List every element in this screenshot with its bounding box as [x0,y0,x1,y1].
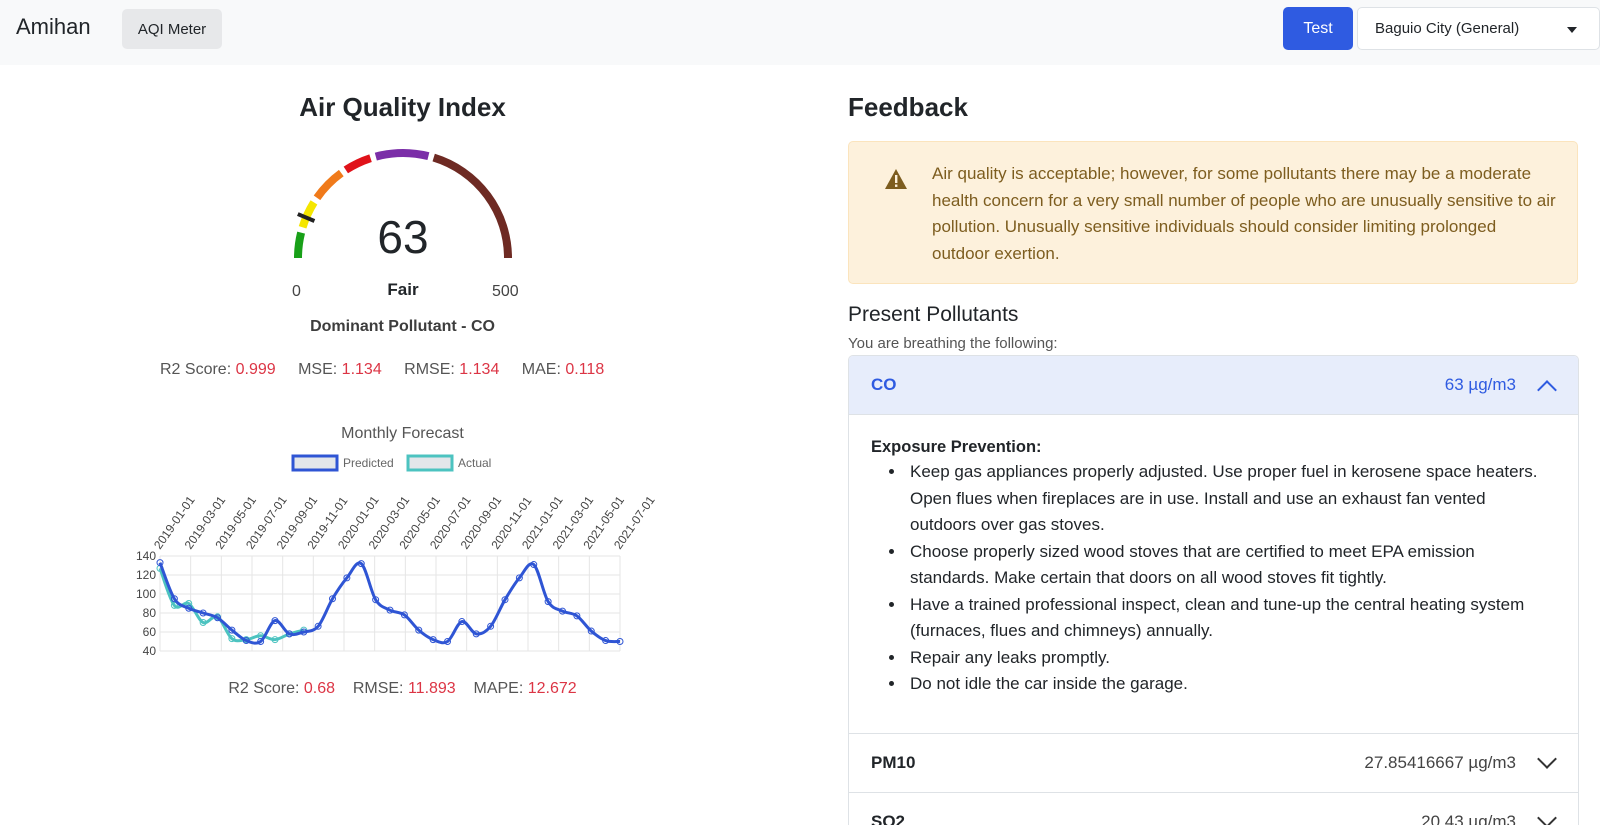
rmse-label: RMSE: [404,361,455,378]
chevron-down-icon [1567,27,1577,33]
gauge-segment [294,231,306,259]
y-tick-label: 140 [136,549,156,563]
pollutant-name: PM10 [871,753,916,772]
r2-value: 0.999 [235,361,276,378]
r2-label: R2 Score: [160,361,232,378]
y-tick-label: 100 [136,587,156,601]
aqi-title: Air Quality Index [299,92,506,122]
legend-swatch [291,454,339,472]
present-pollutants-subtitle: You are breathing the following: [848,335,1058,352]
y-tick-label: 40 [143,644,157,658]
city-select-value: Baguio City (General) [1375,20,1520,37]
aqi-metrics: R2 Score: 0.999 MSE: 1.134 RMSE: 1.134 M… [160,361,645,379]
alert-text: Air quality is acceptable; however, for … [932,164,1556,263]
accordion-header-so2[interactable]: SO2 20.43 µg/m3 [849,792,1578,825]
gauge-max-label: 500 [492,283,519,300]
forecast-mape-label: MAPE: [473,680,524,697]
forecast-r2-value: 0.68 [303,680,336,697]
accordion-header-co[interactable]: CO 63 µg/m3 [849,356,1578,415]
forecast-title: Monthly Forecast [341,425,464,442]
feedback-title: Feedback [848,92,968,122]
legend-label: Predicted [343,456,394,470]
navbar: Amihan AQI Meter Test Baguio City (Gener… [0,0,1600,65]
rmse-value: 1.134 [459,361,500,378]
feedback-alert: Air quality is acceptable; however, for … [848,141,1578,284]
brand-title[interactable]: Amihan [16,14,91,40]
pollutant-value: 27.85416667 µg/m3 [1364,753,1516,772]
mse-label: MSE: [298,361,338,378]
list-item: Repair any leaks promptly. [906,645,1556,672]
mae-value: 0.118 [565,361,605,378]
accordion-body-co: Exposure Prevention: Keep gas appliances… [849,416,1578,732]
gauge-segment [343,154,372,174]
pollutant-value: 63 µg/m3 [1444,375,1516,394]
accordion-header-pm10[interactable]: PM10 27.85416667 µg/m3 [849,733,1578,792]
pollutant-name: SO2 [871,812,906,825]
exposure-title: Exposure Prevention: [871,438,1042,456]
present-pollutants-title: Present Pollutants [848,303,1019,326]
gauge-segment [313,169,344,201]
y-tick-label: 120 [136,568,156,582]
pollutant-value: 20.43 µg/m3 [1421,812,1516,825]
forecast-metrics: R2 Score: 0.68 RMSE: 11.893 MAPE: 12.672 [200,680,605,698]
forecast-rmse-label: RMSE: [352,680,404,697]
mae-label: MAE: [521,361,561,378]
list-item: Choose properly sized wood stoves that a… [906,539,1556,592]
aqi-meter-nav-link[interactable]: AQI Meter [122,9,222,49]
list-item: Do not idle the car inside the garage. [906,671,1556,698]
list-item: Have a trained professional inspect, cle… [906,592,1556,645]
pollutant-name: CO [871,375,897,394]
aqi-category: Fair [387,280,419,299]
list-item: Keep gas appliances properly adjusted. U… [906,459,1556,539]
legend-swatch [406,454,454,472]
mse-value: 1.134 [341,361,382,378]
legend-label: Actual [458,456,491,470]
chevron-down-icon [1537,749,1557,769]
aqi-value: 63 [377,211,429,263]
city-select[interactable]: Baguio City (General) [1357,7,1600,50]
forecast-r2-label: R2 Score: [228,680,300,697]
y-tick-label: 80 [143,606,157,620]
gauge-segment [374,149,430,161]
dominant-pollutant: Dominant Pollutant - CO [310,318,495,335]
exposure-list: Keep gas appliances properly adjusted. U… [906,459,1556,698]
warning-icon [885,169,907,189]
gauge-min-label: 0 [292,283,301,300]
y-tick-label: 60 [143,625,157,639]
forecast-chart: Predicted Actual4060801001201402019-01-01… [136,454,658,658]
chevron-down-icon [1537,808,1557,825]
forecast-rmse-value: 11.893 [407,680,456,697]
chevron-up-icon [1537,380,1557,400]
pollutants-accordion: CO 63 µg/m3 Exposure Prevention: Keep ga… [848,355,1579,825]
forecast-mape-value: 12.672 [527,680,577,697]
test-button[interactable]: Test [1283,7,1353,50]
